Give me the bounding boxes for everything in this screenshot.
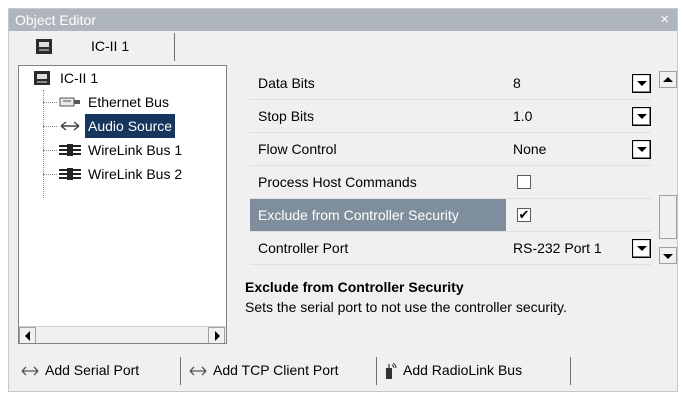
property-grid: Data Bits 8 Stop Bits 1.0 Flow Control N… [250, 67, 651, 265]
window-title: Object Editor [15, 12, 96, 28]
serial-port-icon [60, 121, 80, 131]
property-row-data-bits[interactable]: Data Bits 8 [250, 67, 651, 100]
property-value: 8 [513, 75, 521, 91]
serial-port-icon [189, 366, 207, 376]
property-name: Process Host Commands [258, 174, 417, 190]
scroll-up-button[interactable] [659, 71, 677, 88]
device-icon [36, 39, 52, 54]
object-editor-window: Object Editor × IC-II 1 IC-II 1 Ethernet… [8, 8, 678, 392]
scroll-thumb[interactable] [659, 195, 677, 239]
button-label: Add Serial Port [45, 362, 140, 378]
property-name: Exclude from Controller Security [250, 199, 506, 231]
tree-connector [43, 174, 57, 175]
tree-item-label: WireLink Bus 1 [88, 142, 183, 158]
arrow-up-icon [663, 77, 673, 82]
property-row-exclude-from-controller-security[interactable]: Exclude from Controller Security ✔ [250, 199, 651, 232]
dropdown-button[interactable] [632, 239, 651, 258]
chevron-down-icon [637, 114, 647, 119]
tree-item-label: WireLink Bus 2 [88, 166, 183, 182]
tab-label: IC-II 1 [91, 38, 130, 54]
property-row-controller-port[interactable]: Controller Port RS-232 Port 1 [250, 232, 651, 265]
description-text: Sets the serial port to not use the cont… [245, 299, 567, 315]
scroll-left-button[interactable] [19, 327, 36, 343]
dropdown-button[interactable] [632, 74, 651, 93]
property-row-flow-control[interactable]: Flow Control None [250, 133, 651, 166]
arrow-left-icon [25, 331, 30, 341]
chevron-down-icon [637, 81, 647, 86]
dropdown-button[interactable] [632, 140, 651, 159]
chevron-down-icon [637, 147, 647, 152]
property-name: Controller Port [258, 240, 349, 256]
button-label: Add TCP Client Port [213, 362, 339, 378]
wirelink-icon [59, 144, 81, 156]
property-value: 1.0 [513, 108, 533, 124]
tree-connector [43, 102, 57, 103]
close-icon[interactable]: × [660, 11, 669, 29]
wirelink-icon [59, 168, 81, 180]
property-value: None [513, 141, 547, 157]
dropdown-button[interactable] [632, 107, 651, 126]
property-grid-vertical-scrollbar[interactable] [659, 71, 677, 265]
chevron-down-icon [637, 246, 647, 251]
device-icon [34, 71, 50, 85]
arrow-down-icon [663, 254, 673, 259]
title-bar: Object Editor × [9, 9, 677, 31]
tree-connector [43, 90, 44, 198]
checkbox[interactable]: ✔ [517, 208, 531, 222]
object-tree[interactable]: IC-II 1 Ethernet Bus Audio Source WireLi… [18, 65, 227, 344]
radiolink-icon [386, 363, 397, 380]
arrow-right-icon [215, 331, 220, 341]
tree-connector [43, 126, 57, 127]
tree-item-label: Ethernet Bus [88, 94, 169, 110]
property-value: RS-232 Port 1 [513, 240, 602, 256]
tree-item-label: Audio Source [85, 114, 176, 138]
description-title: Exclude from Controller Security [245, 279, 464, 295]
ethernet-icon [59, 97, 80, 107]
tree-horizontal-scrollbar[interactable] [19, 326, 226, 343]
scroll-down-button[interactable] [659, 247, 677, 264]
add-tcp-client-port-button[interactable]: Add TCP Client Port [181, 357, 377, 385]
property-name: Data Bits [258, 75, 315, 91]
tree-connector [43, 150, 57, 151]
button-label: Add RadioLink Bus [403, 362, 523, 378]
serial-port-icon [21, 366, 39, 376]
property-row-process-host-commands[interactable]: Process Host Commands [250, 166, 651, 199]
property-name: Stop Bits [258, 108, 315, 124]
tree-item-label: IC-II 1 [60, 70, 99, 86]
property-name: Flow Control [258, 141, 337, 157]
property-row-stop-bits[interactable]: Stop Bits 1.0 [250, 100, 651, 133]
add-serial-port-button[interactable]: Add Serial Port [13, 357, 181, 385]
scroll-right-button[interactable] [208, 327, 225, 343]
tab-ic-ii-1[interactable]: IC-II 1 [13, 33, 175, 61]
add-radiolink-bus-button[interactable]: Add RadioLink Bus [377, 357, 571, 385]
checkbox[interactable] [517, 175, 531, 189]
